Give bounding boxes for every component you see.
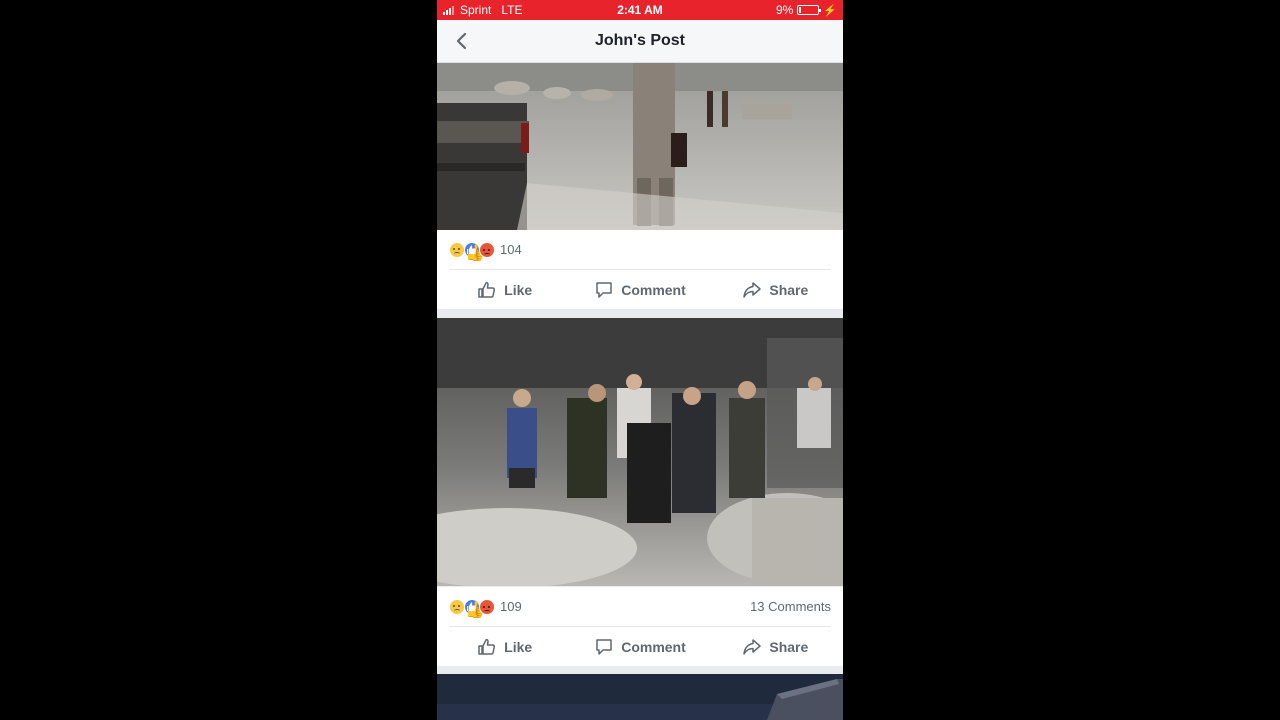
comment-button[interactable]: Comment (572, 627, 707, 666)
like-reaction-icon (464, 598, 480, 615)
post-photo[interactable] (437, 674, 843, 720)
post-photo[interactable] (437, 63, 843, 230)
like-label: Like (504, 638, 533, 655)
post-actions: Like Comment Share (437, 270, 843, 309)
comment-icon (596, 638, 612, 655)
share-button[interactable]: Share (708, 627, 843, 666)
post-actions: Like Comment Share (437, 627, 843, 666)
share-label: Share (769, 638, 809, 655)
share-icon (743, 638, 762, 655)
sad-reaction-icon (449, 598, 465, 615)
page-title: John's Post (594, 32, 686, 49)
comment-label: Comment (621, 638, 686, 655)
post-photo[interactable] (437, 318, 843, 586)
like-reaction-icon (464, 241, 480, 258)
battery-percent: 9% (775, 3, 794, 17)
reaction-count: 109 (500, 599, 522, 614)
status-right: 9% ⚡ (776, 3, 837, 17)
reaction-count: 104 (500, 242, 522, 257)
comment-button[interactable]: Comment (572, 270, 707, 309)
reactions-summary[interactable]: 104 (449, 230, 831, 270)
post-footer: 104 Like Comment Share (437, 230, 843, 309)
charging-bolt-icon: ⚡ (823, 4, 837, 17)
post-footer: 109 13 Comments Like Comment Share (437, 587, 843, 666)
phone-screen: Sprint LTE 2:41 AM 9% ⚡ John's Post 👍 10… (437, 0, 843, 720)
sad-reaction-icon (449, 241, 465, 258)
reaction-icons (449, 598, 495, 615)
comments-count[interactable]: 13 Comments (750, 599, 831, 614)
like-button[interactable]: Like (437, 627, 572, 666)
share-label: Share (769, 281, 809, 298)
share-icon (743, 281, 762, 298)
thumbs-up-icon (478, 281, 496, 298)
comment-icon (596, 281, 612, 298)
thumbs-up-icon (478, 638, 496, 655)
angry-reaction-icon (479, 598, 495, 615)
share-button[interactable]: Share (708, 270, 843, 309)
comment-label: Comment (621, 281, 686, 298)
like-button[interactable]: Like (437, 270, 572, 309)
reaction-icons (449, 241, 495, 258)
reactions-summary[interactable]: 109 13 Comments (449, 587, 831, 627)
battery-icon (797, 5, 822, 15)
angry-reaction-icon (479, 241, 495, 258)
like-label: Like (504, 281, 533, 298)
navigation-bar: John's Post (437, 20, 843, 63)
status-bar: Sprint LTE 2:41 AM 9% ⚡ (437, 0, 843, 20)
